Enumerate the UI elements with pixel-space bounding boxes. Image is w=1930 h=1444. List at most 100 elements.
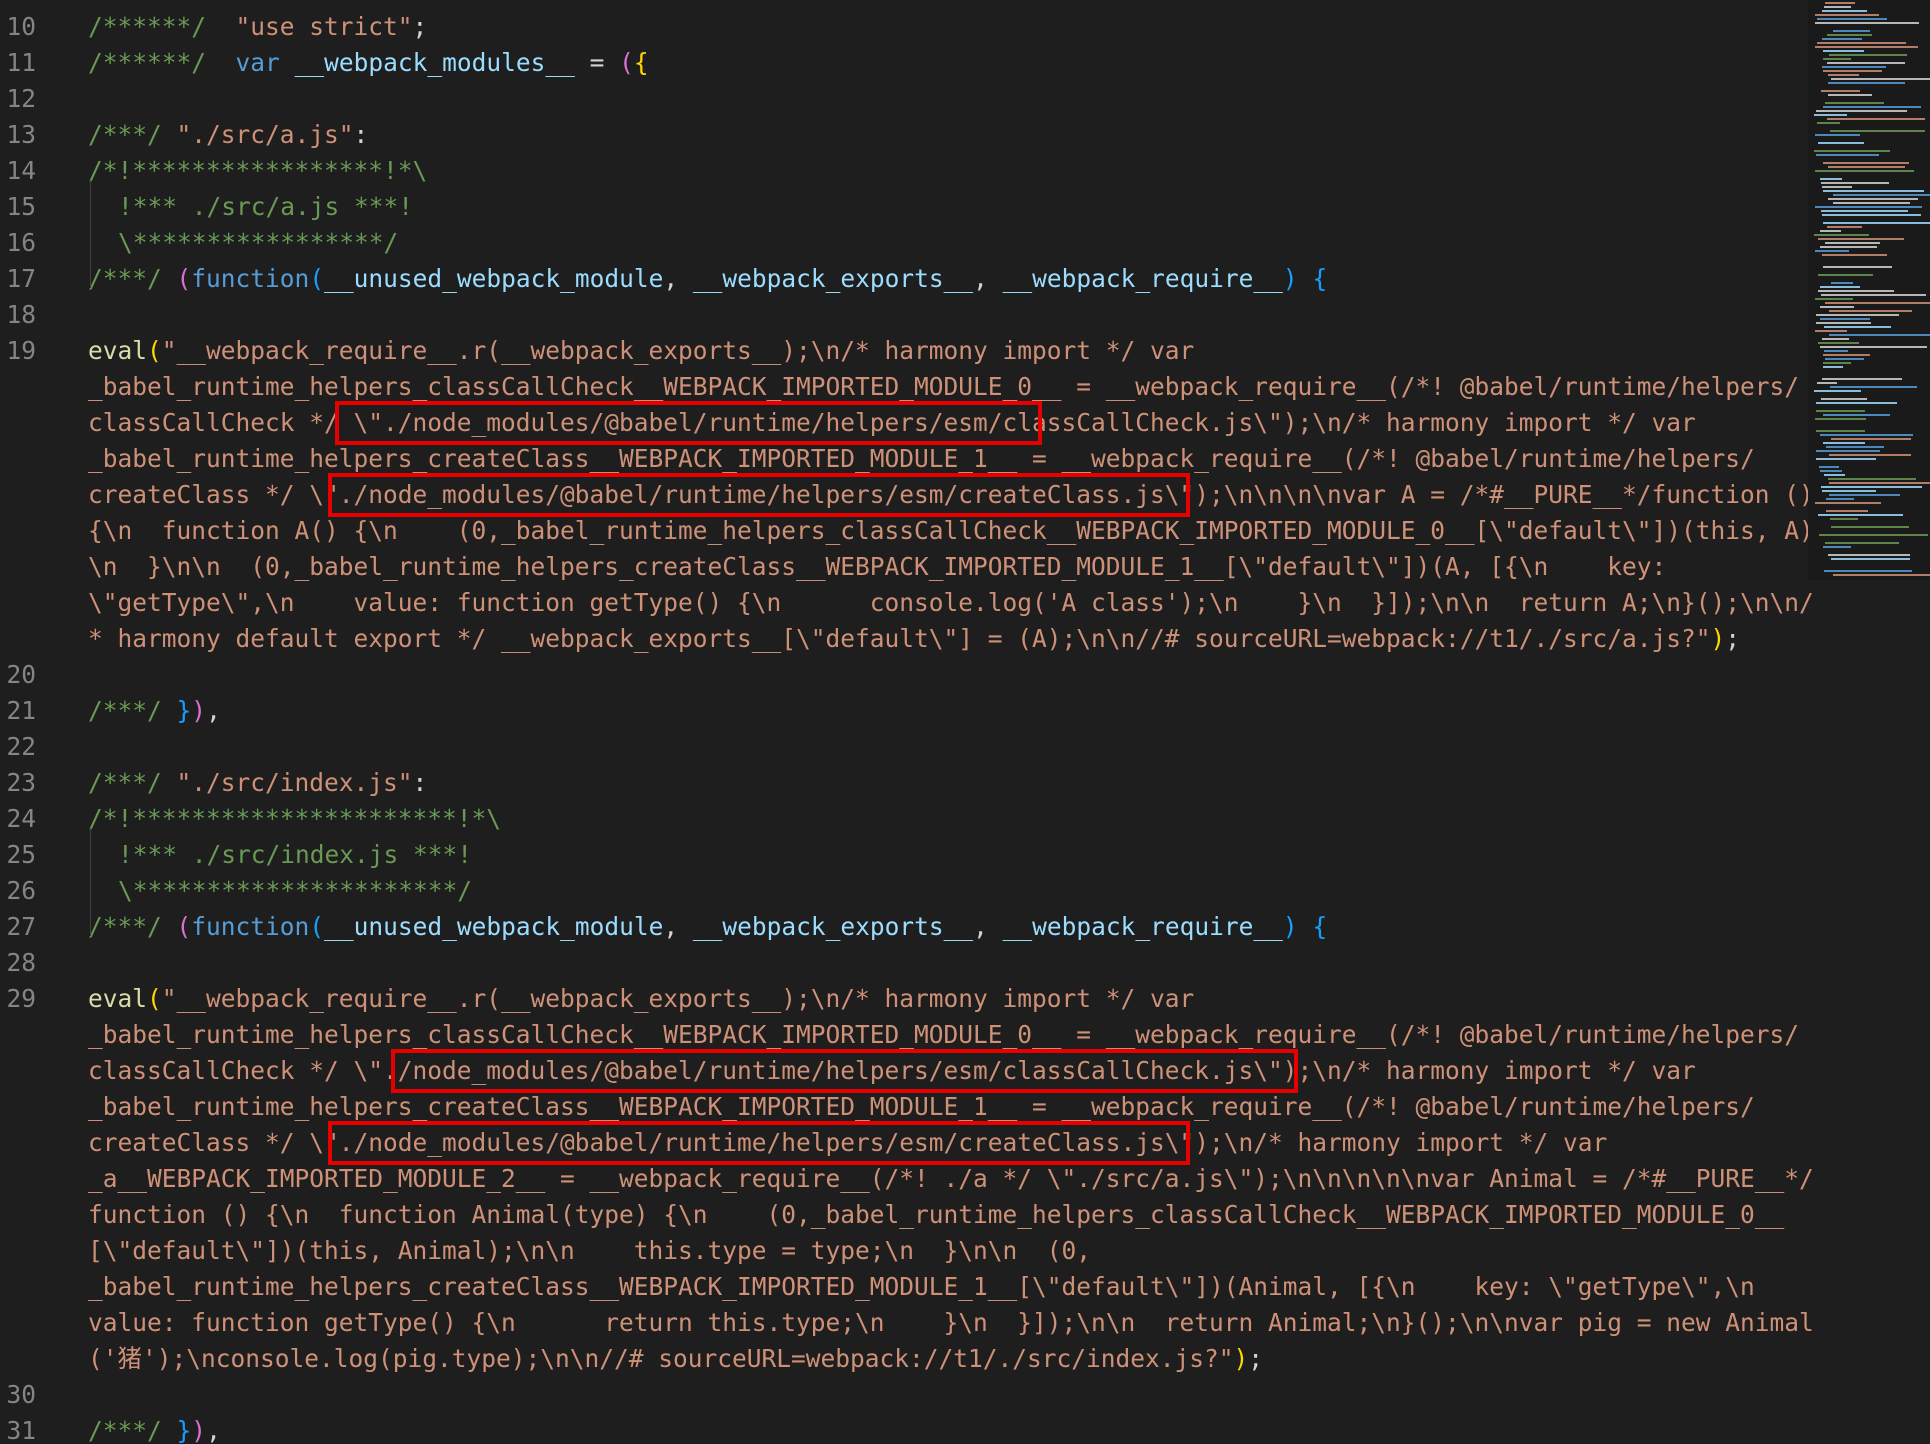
minimap-line [1824,570,1912,572]
code-token: eval [88,336,148,365]
minimap-line [1830,130,1925,132]
code-row[interactable]: _a__WEBPACK_IMPORTED_MODULE_2__ = __webp… [0,1161,1814,1197]
minimap-line [1831,78,1930,80]
code-token: _babel_runtime_helpers_createClass__WEBP… [88,1092,1755,1121]
code-token: /******/ [88,12,207,41]
code-row[interactable]: 22 [0,729,1800,765]
code-token: __webpack_exports__ [692,912,974,941]
highlight-box-classCallCheck-import-a [335,401,1042,445]
line-number: 26 [6,876,36,905]
code-row[interactable]: 29 eval("__webpack_require__.r(__webpack_… [0,981,1800,1017]
code-row[interactable]: _babel_runtime_helpers_createClass__WEBP… [0,1089,1800,1125]
minimap-line [1823,70,1882,72]
minimap-line [1818,238,1904,240]
code-row[interactable]: 28 [0,945,1800,981]
code-row[interactable]: 26 \**********************/ [0,873,1800,909]
minimap-line [1831,558,1910,560]
minimap-line [1829,494,1900,496]
code-row[interactable]: 16 \*****************/ [0,225,1800,261]
code-row[interactable]: 19 eval("__webpack_require__.r(__webpack_… [0,333,1800,369]
indent-guide [90,828,91,936]
code-token: , [663,264,693,293]
code-token: _babel_runtime_helpers_classCallCheck__W… [88,1020,1800,1049]
code-row[interactable]: _babel_runtime_helpers_classCallCheck__W… [0,369,1800,405]
line-number: 30 [6,1380,36,1409]
code-token: , [663,912,693,941]
code-row[interactable]: _babel_runtime_helpers_createClass__WEBP… [0,441,1800,477]
minimap-line [1833,574,1930,576]
code-text: _babel_runtime_helpers_createClass__WEBP… [88,1269,1755,1305]
code-row[interactable]: function () {\n function Animal(type) {\… [0,1197,1800,1233]
code-token: [\"default\"])(this, Animal);\n\n this.t… [88,1236,1092,1265]
code-text: /***/ (function(__unused_webpack_module,… [88,261,1327,297]
minimap-line [1828,478,1916,480]
code-row[interactable]: 14 /*!*****************!*\ [0,153,1800,189]
code-row[interactable]: 23 /***/ "./src/index.js": [0,765,1800,801]
code-token: { [1312,912,1328,941]
minimap-line [1820,434,1913,436]
code-row[interactable]: \n }\n\n (0,_babel_runtime_helpers_creat… [0,549,1800,585]
code-token: ; [412,12,428,41]
code-text: _babel_runtime_helpers_createClass__WEBP… [88,1089,1755,1125]
minimap-line [1824,350,1848,352]
minimap-line [1817,122,1840,124]
code-editor[interactable]: 10 /******/ "use strict"; 11 /******/ var _… [0,0,1930,1444]
minimap-line [1828,94,1872,96]
code-row[interactable]: {\n function A() {\n (0,_babel_runtime_h… [0,513,1829,549]
code-row[interactable]: 24 /*!**********************!*\ [0,801,1800,837]
code-row[interactable]: 18 [0,297,1800,333]
minimap-line [1827,34,1872,36]
code-row[interactable]: 30 [0,1377,1800,1413]
code-row[interactable]: [\"default\"])(this, Animal);\n\n this.t… [0,1233,1800,1269]
line-number: 20 [6,660,36,689]
code-token: eval [88,984,148,1013]
code-token: ) [191,696,207,725]
minimap-line [1829,310,1912,312]
code-token: function [191,264,310,293]
code-token: value: function getType() {\n return thi… [88,1308,1814,1337]
code-token: ) [191,1416,207,1444]
code-row[interactable]: 11 /******/ var __webpack_modules__ = ({ [0,45,1800,81]
minimap-line [1825,302,1930,304]
code-row[interactable]: \"getType\",\n value: function getType()… [0,585,1814,621]
code-row[interactable]: value: function getType() {\n return thi… [0,1305,1814,1341]
minimap-line [1826,510,1868,512]
code-text: \n }\n\n (0,_babel_runtime_helpers_creat… [88,549,1666,585]
minimap-line [1820,318,1870,320]
code-row[interactable]: 27/***/ (function(__unused_webpack_modul… [0,909,1800,945]
code-token: __webpack_require__ [1002,912,1283,941]
minimap-line [1825,2,1855,4]
code-text: \*****************/ [118,225,398,261]
minimap-line [1822,38,1862,40]
minimap[interactable] [1808,0,1930,580]
highlight-box-classCallCheck-import-index [391,1049,1298,1093]
code-row[interactable]: _babel_runtime_helpers_classCallCheck__W… [0,1017,1800,1053]
code-row[interactable]: * harmony default export */ __webpack_ex… [0,621,1800,657]
code-row[interactable]: 17/***/ (function(__unused_webpack_modul… [0,261,1800,297]
code-row[interactable]: 20 [0,657,1800,693]
code-row[interactable]: 12 [0,81,1800,117]
minimap-line [1823,266,1892,268]
minimap-line [1833,30,1870,32]
minimap-line [1823,442,1865,444]
minimap-line [1827,226,1862,228]
minimap-line [1823,414,1890,416]
code-token: !*** ./src/index.js ***! [118,840,473,869]
line-number: 24 [6,804,36,833]
code-row[interactable]: ('猪');\nconsole.log(pig.type);\n\n//# so… [0,1341,1800,1377]
minimap-line [1816,410,1865,412]
code-token: "use strict" [235,12,413,41]
minimap-line [1823,366,1843,368]
code-row[interactable]: 21 /***/ }), [0,693,1800,729]
minimap-line [1827,118,1925,120]
code-row[interactable]: _babel_runtime_helpers_createClass__WEBP… [0,1269,1800,1305]
code-row[interactable]: 31 /***/ }), [0,1413,1800,1444]
code-token: ; [1725,624,1741,653]
code-row[interactable]: 25 !*** ./src/index.js ***! [0,837,1800,873]
code-row[interactable]: 15 !*** ./src/a.js ***! [0,189,1800,225]
code-token: __webpack_modules__ [294,48,575,77]
code-token: function [191,912,310,941]
code-row[interactable]: 13 /***/ "./src/a.js": [0,117,1800,153]
minimap-line [1823,106,1921,108]
code-row[interactable]: 10 /******/ "use strict"; [0,9,1800,45]
